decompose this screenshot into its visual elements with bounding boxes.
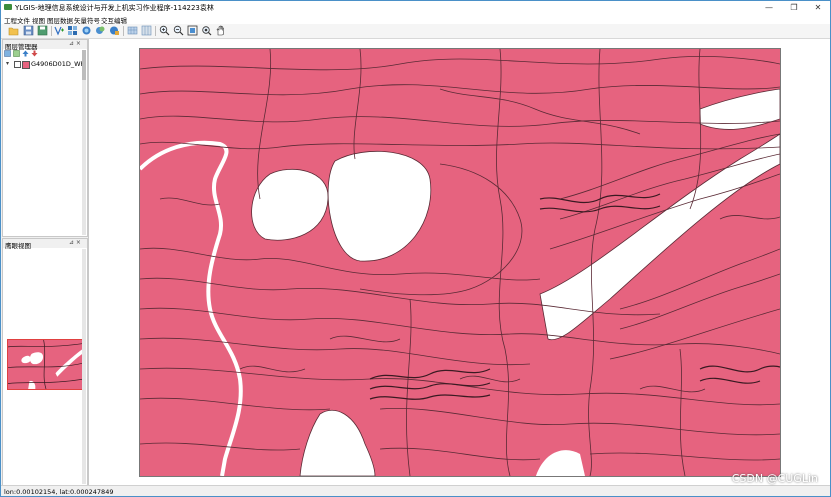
maximize-button[interactable]: ❐ bbox=[782, 1, 806, 14]
cursor-coordinates: lon:0.00102154, lat:0.000247849 bbox=[4, 488, 114, 496]
layer-name: G4906D01D_WP bbox=[31, 60, 85, 68]
geology-polygon-map[interactable] bbox=[140, 49, 780, 476]
layer-manager-panel: 图层管理器 ⊿ × ▾ G4906D01D_WP bbox=[2, 39, 88, 237]
menu-bar: 工程文件 视图 图层数据 矢量符号 交互编辑 bbox=[1, 14, 830, 25]
save-as-icon[interactable] bbox=[37, 25, 48, 36]
panel-dock-controls[interactable]: ⊿ × bbox=[69, 40, 81, 47]
minimize-button[interactable]: — bbox=[757, 1, 781, 14]
layer-down-icon[interactable] bbox=[31, 50, 38, 57]
grid-view-icon[interactable] bbox=[141, 25, 152, 36]
overview-panel: 鹰眼视图 ⊿ × bbox=[2, 238, 88, 486]
window-title: YLGIS-地理信息系统设计与开发上机实习作业程序-114223袁林 bbox=[15, 4, 214, 12]
map-canvas[interactable] bbox=[88, 39, 830, 485]
panel-dock-controls[interactable]: ⊿ × bbox=[69, 239, 81, 246]
layer-visibility-checkbox[interactable] bbox=[14, 61, 21, 68]
layer-add-icon[interactable] bbox=[4, 50, 11, 57]
app-icon bbox=[4, 4, 12, 10]
save-icon[interactable] bbox=[23, 25, 34, 36]
zoom-layer-icon[interactable] bbox=[201, 25, 212, 36]
zoom-out-icon[interactable] bbox=[173, 25, 184, 36]
add-vector-layer-icon[interactable] bbox=[54, 25, 65, 36]
zoom-in-icon[interactable] bbox=[159, 25, 170, 36]
open-folder-icon[interactable] bbox=[8, 25, 19, 36]
pan-hand-icon[interactable] bbox=[215, 25, 226, 36]
layer-up-icon[interactable] bbox=[22, 50, 29, 57]
layer-style-icon[interactable] bbox=[81, 25, 92, 36]
layer-panel-scrollbar[interactable] bbox=[82, 50, 86, 235]
overview-map[interactable] bbox=[7, 339, 85, 390]
layer-properties-icon[interactable] bbox=[95, 25, 106, 36]
overview-header: 鹰眼视图 ⊿ × bbox=[3, 239, 87, 250]
full-extent-icon[interactable] bbox=[187, 25, 198, 36]
table-view-icon[interactable] bbox=[127, 25, 138, 36]
title-bar: YLGIS-地理信息系统设计与开发上机实习作业程序-114223袁林 — ❐ ✕ bbox=[1, 1, 830, 14]
overview-title: 鹰眼视图 bbox=[5, 242, 31, 250]
app-window: YLGIS-地理信息系统设计与开发上机实习作业程序-114223袁林 — ❐ ✕… bbox=[0, 0, 831, 497]
layer-remove-icon[interactable] bbox=[13, 50, 20, 57]
toolbar bbox=[1, 24, 830, 39]
close-button[interactable]: ✕ bbox=[806, 1, 830, 14]
add-raster-layer-icon[interactable] bbox=[67, 25, 78, 36]
watermark: CSDN @CUGLin bbox=[731, 472, 818, 485]
layer-manager-header: 图层管理器 ⊿ × bbox=[3, 40, 87, 51]
layer-color-swatch bbox=[22, 61, 30, 69]
overview-scrollbar[interactable] bbox=[82, 249, 86, 484]
attribute-view-icon[interactable] bbox=[109, 25, 120, 36]
status-bar: lon:0.00102154, lat:0.000247849 CSDN @CU… bbox=[1, 472, 830, 496]
expand-chevron-icon[interactable]: ▾ bbox=[6, 60, 9, 67]
map-layer-extent[interactable] bbox=[139, 48, 781, 477]
